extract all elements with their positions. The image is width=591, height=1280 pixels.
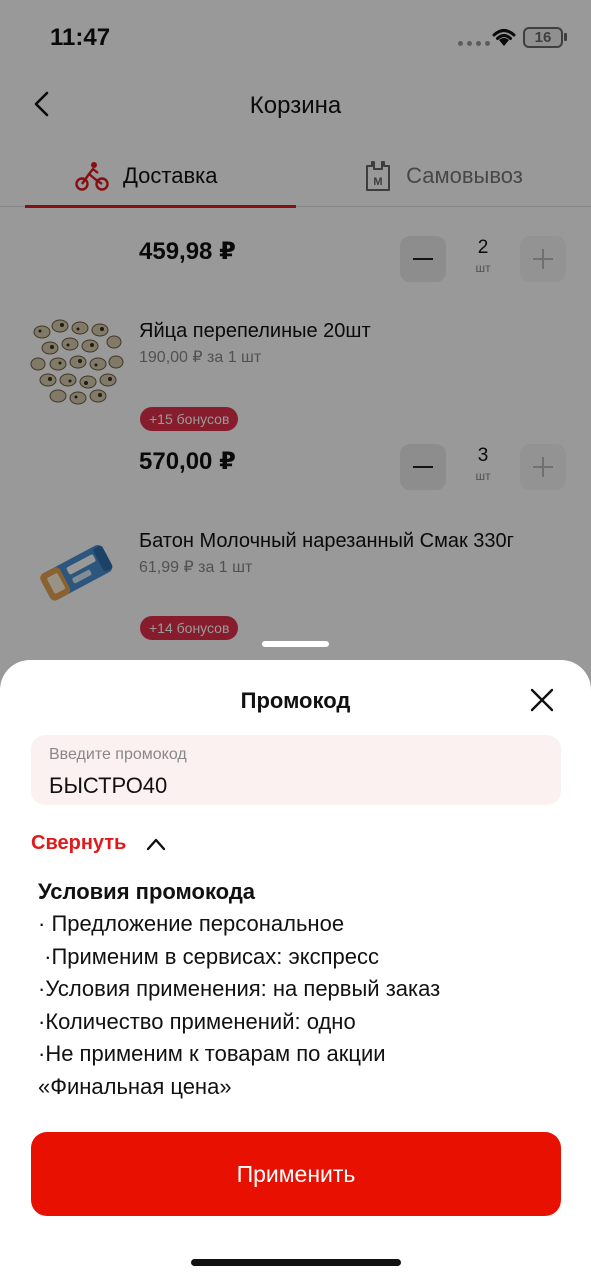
chevron-up-icon: [147, 838, 166, 850]
apply-button[interactable]: Применить: [31, 1132, 561, 1216]
promo-conditions: Условия промокода · Предложение персонал…: [38, 876, 558, 1103]
cart-screen: 11:47 16 Корзина Доставка M Самовывоз 45…: [0, 0, 591, 1280]
promo-code-label: Введите промокод: [49, 746, 187, 763]
condition-line: «Финальная цена»: [38, 1073, 232, 1099]
collapse-label: Свернуть: [31, 832, 127, 854]
home-indicator[interactable]: [191, 1259, 401, 1266]
condition-line: · Предложение персональное: [38, 911, 345, 936]
collapse-toggle[interactable]: Свернуть: [31, 832, 166, 855]
condition-line: ·Применим в сервисах: экспресс: [38, 943, 379, 969]
promo-code-field[interactable]: Введите промокод: [31, 735, 561, 805]
promo-code-sheet: Промокод Введите промокод Свернуть Услов…: [0, 660, 591, 1280]
promo-code-input[interactable]: [49, 773, 529, 799]
sheet-drag-handle[interactable]: [262, 641, 329, 647]
conditions-title: Условия промокода: [38, 879, 256, 904]
condition-line: ·Количество применений: одно: [38, 1008, 356, 1034]
condition-line: ·Условия применения: на первый заказ: [38, 976, 441, 1001]
close-icon[interactable]: [528, 686, 556, 714]
condition-line: ·Не применим к товарам по акции: [38, 1041, 386, 1066]
sheet-title: Промокод: [240, 688, 351, 713]
